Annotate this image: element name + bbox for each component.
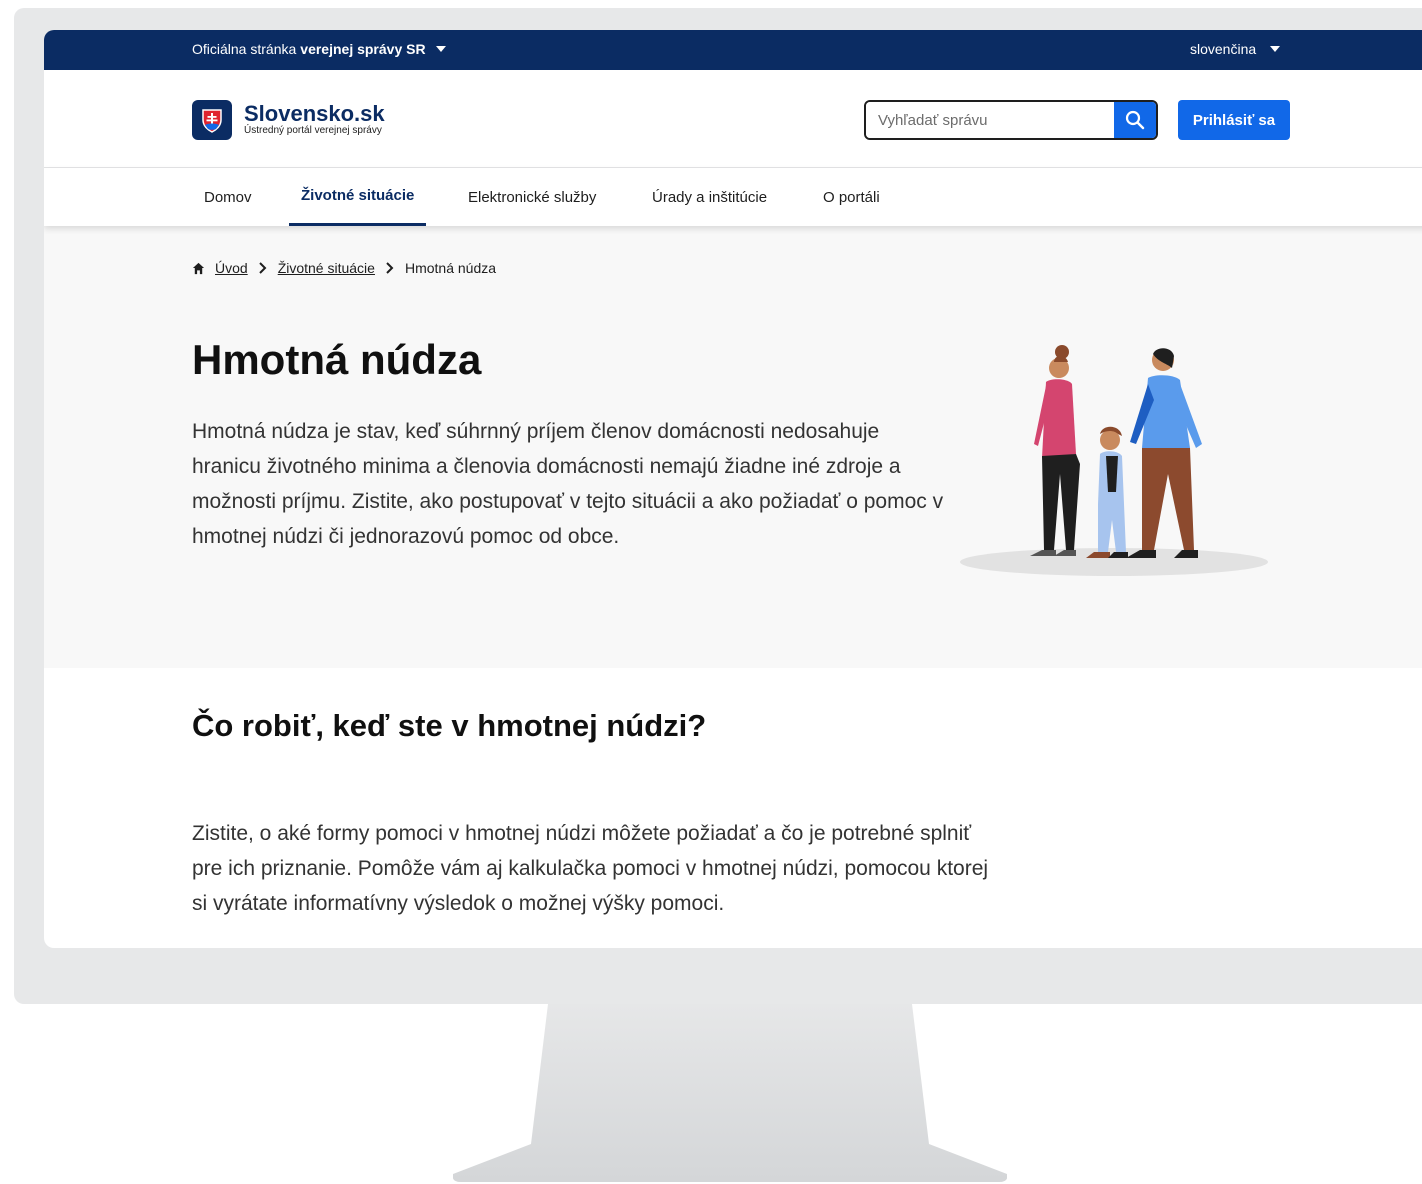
- language-selector[interactable]: slovenčina: [1190, 41, 1281, 57]
- chevron-right-icon: [386, 262, 394, 274]
- official-site-toggle[interactable]: Oficiálna stránka verejnej správy SR: [192, 41, 446, 57]
- official-prefix: Oficiálna stránka: [192, 41, 297, 57]
- nav-item-domov[interactable]: Domov: [204, 168, 252, 226]
- home-icon: [192, 262, 205, 274]
- chevron-right-icon: [258, 262, 267, 274]
- official-bold: verejnej správy SR: [300, 41, 426, 57]
- chevron-down-icon: [435, 46, 446, 52]
- hero-section: Úvod Životné situácie Hmotná núdza Hmotn…: [44, 226, 1422, 668]
- search-button[interactable]: [1114, 102, 1156, 138]
- language-label: slovenčina: [1190, 41, 1257, 57]
- logo-name: Slovensko.sk: [244, 101, 385, 126]
- nav-item-o-portali[interactable]: O portáli: [823, 168, 880, 226]
- gov-bar: Oficiálna stránka verejnej správy SR slo…: [44, 30, 1422, 70]
- monitor-frame: Oficiálna stránka verejnej správy SR slo…: [14, 8, 1422, 1004]
- section-description: Zistite, o aké formy pomoci v hmotnej nú…: [192, 822, 989, 915]
- login-button[interactable]: Prihlásiť sa: [1178, 100, 1290, 140]
- hero-description: Hmotná núdza je stav, keď súhrnný príjem…: [192, 420, 944, 548]
- page-title: Hmotná núdza: [192, 336, 482, 383]
- main-nav: Domov Životné situácie Elektronické služ…: [44, 168, 1422, 226]
- site-header: Slovensko.sk Ústredný portál verejnej sp…: [44, 70, 1422, 168]
- site-logo[interactable]: Slovensko.sk Ústredný portál verejnej sp…: [192, 100, 385, 140]
- breadcrumb-current: Hmotná núdza: [404, 260, 497, 276]
- nav-item-elektronicke-sluzby[interactable]: Elektronické služby: [468, 168, 596, 226]
- coat-of-arms-icon: [192, 100, 232, 140]
- nav-item-urady-institucie[interactable]: Úrady a inštitúcie: [652, 168, 767, 226]
- search-box: [864, 100, 1158, 140]
- chevron-down-icon: [1270, 46, 1281, 52]
- breadcrumb: Úvod Životné situácie Hmotná núdza: [192, 260, 496, 276]
- breadcrumb-link-uvod[interactable]: Úvod: [215, 260, 248, 276]
- search-input[interactable]: [866, 102, 1114, 138]
- family-illustration: [960, 345, 1268, 576]
- logo-subtitle: Ústredný portál verejnej správy: [244, 125, 382, 136]
- nav-item-zivotne-situacie[interactable]: Životné situácie: [289, 168, 427, 226]
- section-title: Čo robiť, keď ste v hmotnej núdzi?: [192, 708, 707, 743]
- monitor-stand: [453, 1004, 1007, 1182]
- search-icon: [1125, 110, 1145, 130]
- breadcrumb-link-zivotne-situacie[interactable]: Životné situácie: [278, 260, 375, 276]
- browser-screen: Oficiálna stránka verejnej správy SR slo…: [44, 30, 1422, 948]
